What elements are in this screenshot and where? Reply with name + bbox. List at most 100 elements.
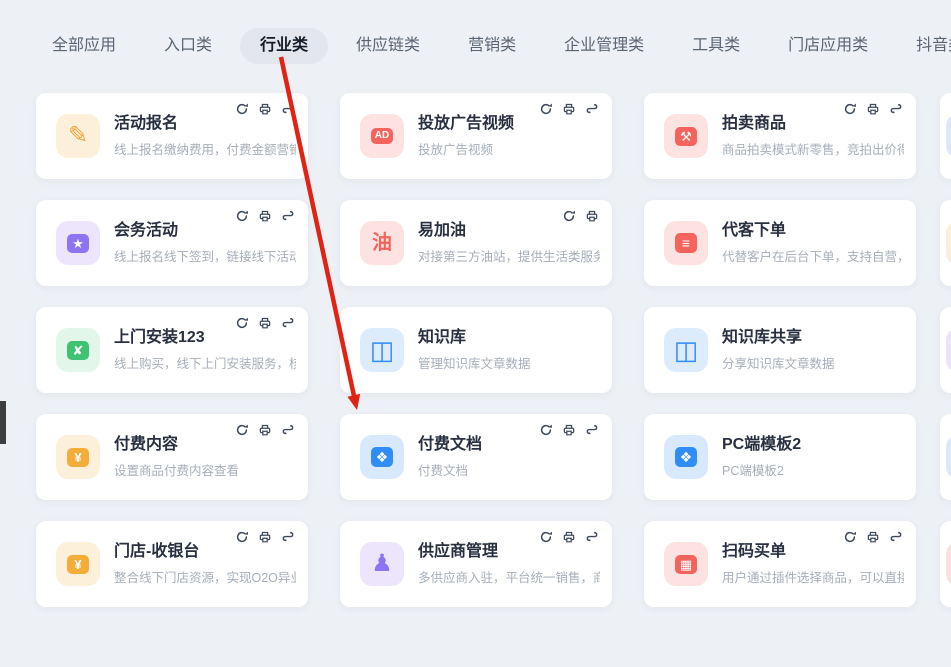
refresh-icon[interactable] <box>539 423 553 437</box>
app-title: 付费内容 <box>114 435 239 455</box>
app-subtitle: 线上报名线下签到，链接线下活动。 <box>114 246 296 265</box>
printer-icon[interactable] <box>562 530 576 544</box>
printer-icon[interactable] <box>585 209 599 223</box>
app-subtitle: 线上报名缴纳费用，付费金额营销... <box>114 139 296 158</box>
link-icon[interactable] <box>889 102 903 116</box>
app-card-yi-jiayou[interactable]: 油 易加油 对接第三方油站，提供生活类服务。 <box>340 200 612 286</box>
app-card-huodong-baoming[interactable]: ✎ 活动报名 线上报名缴纳费用，付费金额营销... <box>36 93 308 179</box>
category-tab-label: 行业类 <box>260 37 308 54</box>
card-actions <box>539 530 599 544</box>
app-card-meta: 付费内容 设置商品付费内容查看 <box>114 435 251 479</box>
refresh-icon[interactable] <box>235 209 249 223</box>
app-card-saoma-maidan[interactable]: ▦ 扫码买单 用户通过插件选择商品，可以直接... <box>644 521 916 607</box>
tab-store-apps[interactable]: 门店应用类 <box>788 36 868 56</box>
printer-icon[interactable] <box>562 423 576 437</box>
app-icon-glyph: ▦ <box>675 555 697 574</box>
refresh-icon[interactable] <box>843 102 857 116</box>
tab-industry[interactable]: 行业类 <box>260 36 308 56</box>
app-title: 投放广告视频 <box>418 114 514 134</box>
tab-supply-chain[interactable]: 供应链类 <box>356 36 420 56</box>
printer-icon[interactable] <box>562 102 576 116</box>
printer-icon[interactable] <box>258 102 272 116</box>
link-icon[interactable] <box>281 316 295 330</box>
tab-entry[interactable]: 入口类 <box>164 36 212 56</box>
app-card-zhishiku[interactable]: ◫ 知识库 管理知识库文章数据 <box>340 307 612 393</box>
partial-app-card[interactable] <box>940 307 951 393</box>
app-icon-glyph: ❖ <box>371 447 393 467</box>
app-card-pc-moban-2[interactable]: ❖ PC端模板2 PC端模板2 <box>644 414 916 500</box>
app-card-meta: 活动报名 线上报名缴纳费用，付费金额营销... <box>114 114 308 158</box>
app-card-mendian-shouyintai[interactable]: ¥ 门店-收银台 整合线下门店资源，实现O2O异业... <box>36 521 308 607</box>
partial-app-icon <box>946 542 951 586</box>
app-subtitle: 管理知识库文章数据 <box>418 353 531 372</box>
card-actions <box>235 423 295 437</box>
printer-icon[interactable] <box>258 423 272 437</box>
app-card-meta: 知识库 管理知识库文章数据 <box>418 328 543 372</box>
category-tab-label: 入口类 <box>164 37 212 54</box>
link-icon[interactable] <box>585 423 599 437</box>
category-tab-label: 全部应用 <box>52 37 116 54</box>
refresh-icon[interactable] <box>843 530 857 544</box>
card-actions <box>562 209 599 223</box>
tab-enterprise-mgmt[interactable]: 企业管理类 <box>564 36 644 56</box>
app-icon-glyph: ✎ <box>68 124 88 148</box>
app-icon: ¥ <box>56 435 100 479</box>
app-title: 知识库共享 <box>722 328 835 348</box>
app-icon: ▦ <box>664 542 708 586</box>
card-actions <box>539 423 599 437</box>
partial-app-card[interactable] <box>940 521 951 607</box>
refresh-icon[interactable] <box>235 102 249 116</box>
printer-icon[interactable] <box>866 530 880 544</box>
link-icon[interactable] <box>281 423 295 437</box>
partial-app-card[interactable] <box>940 200 951 286</box>
app-title: 易加油 <box>418 221 600 241</box>
link-icon[interactable] <box>281 102 295 116</box>
printer-icon[interactable] <box>866 102 880 116</box>
app-icon-glyph: ¥ <box>67 555 89 574</box>
app-card-gongyingshang-guanli[interactable]: ♟ 供应商管理 多供应商入驻，平台统一销售，商... <box>340 521 612 607</box>
app-card-toufang-guanggao-shipin[interactable]: AD 投放广告视频 投放广告视频 <box>340 93 612 179</box>
app-icon: ✘ <box>56 328 100 372</box>
card-actions <box>539 102 599 116</box>
app-subtitle: 整合线下门店资源，实现O2O异业... <box>114 567 296 586</box>
app-subtitle: 用户通过插件选择商品，可以直接... <box>722 567 904 586</box>
card-actions <box>235 102 295 116</box>
refresh-icon[interactable] <box>539 530 553 544</box>
app-title: 门店-收银台 <box>114 542 296 562</box>
printer-icon[interactable] <box>258 209 272 223</box>
link-icon[interactable] <box>889 530 903 544</box>
tab-all[interactable]: 全部应用 <box>52 36 116 56</box>
partial-app-card[interactable] <box>940 93 951 179</box>
app-icon: ◫ <box>664 328 708 372</box>
app-subtitle: PC端模板2 <box>722 460 801 479</box>
app-card-fufei-wendang[interactable]: ❖ 付费文档 付费文档 <box>340 414 612 500</box>
tab-douyin-apps[interactable]: 抖音类应用 <box>916 36 951 56</box>
app-icon: ❖ <box>360 435 404 479</box>
refresh-icon[interactable] <box>235 423 249 437</box>
app-card-meta: 上门安装123 线上购买，线下上门安装服务，核... <box>114 328 308 372</box>
app-title: 付费文档 <box>418 435 482 455</box>
partial-app-card[interactable] <box>940 414 951 500</box>
printer-icon[interactable] <box>258 530 272 544</box>
refresh-icon[interactable] <box>235 530 249 544</box>
category-tab-label: 工具类 <box>692 37 740 54</box>
app-title: 会务活动 <box>114 221 296 241</box>
link-icon[interactable] <box>281 209 295 223</box>
app-card-shangmen-anzhuang-123[interactable]: ✘ 上门安装123 线上购买，线下上门安装服务，核... <box>36 307 308 393</box>
refresh-icon[interactable] <box>235 316 249 330</box>
app-card-zhishiku-gongxiang[interactable]: ◫ 知识库共享 分享知识库文章数据 <box>644 307 916 393</box>
link-icon[interactable] <box>585 102 599 116</box>
link-icon[interactable] <box>281 530 295 544</box>
tab-marketing[interactable]: 营销类 <box>468 36 516 56</box>
link-icon[interactable] <box>585 530 599 544</box>
app-card-fufei-neirong[interactable]: ¥ 付费内容 设置商品付费内容查看 <box>36 414 308 500</box>
app-card-paimai-shangpin[interactable]: ⚒ 拍卖商品 商品拍卖模式新零售，竞拍出价得... <box>644 93 916 179</box>
app-card-meta: 代客下单 代替客户在后台下单，支持自营，... <box>722 221 916 265</box>
tab-tools[interactable]: 工具类 <box>692 36 740 56</box>
app-icon-glyph: ¥ <box>67 448 89 467</box>
refresh-icon[interactable] <box>539 102 553 116</box>
printer-icon[interactable] <box>258 316 272 330</box>
app-card-huiwu-huodong[interactable]: ★ 会务活动 线上报名线下签到，链接线下活动。 <box>36 200 308 286</box>
refresh-icon[interactable] <box>562 209 576 223</box>
app-card-daike-xiadan[interactable]: ≡ 代客下单 代替客户在后台下单，支持自营，... <box>644 200 916 286</box>
